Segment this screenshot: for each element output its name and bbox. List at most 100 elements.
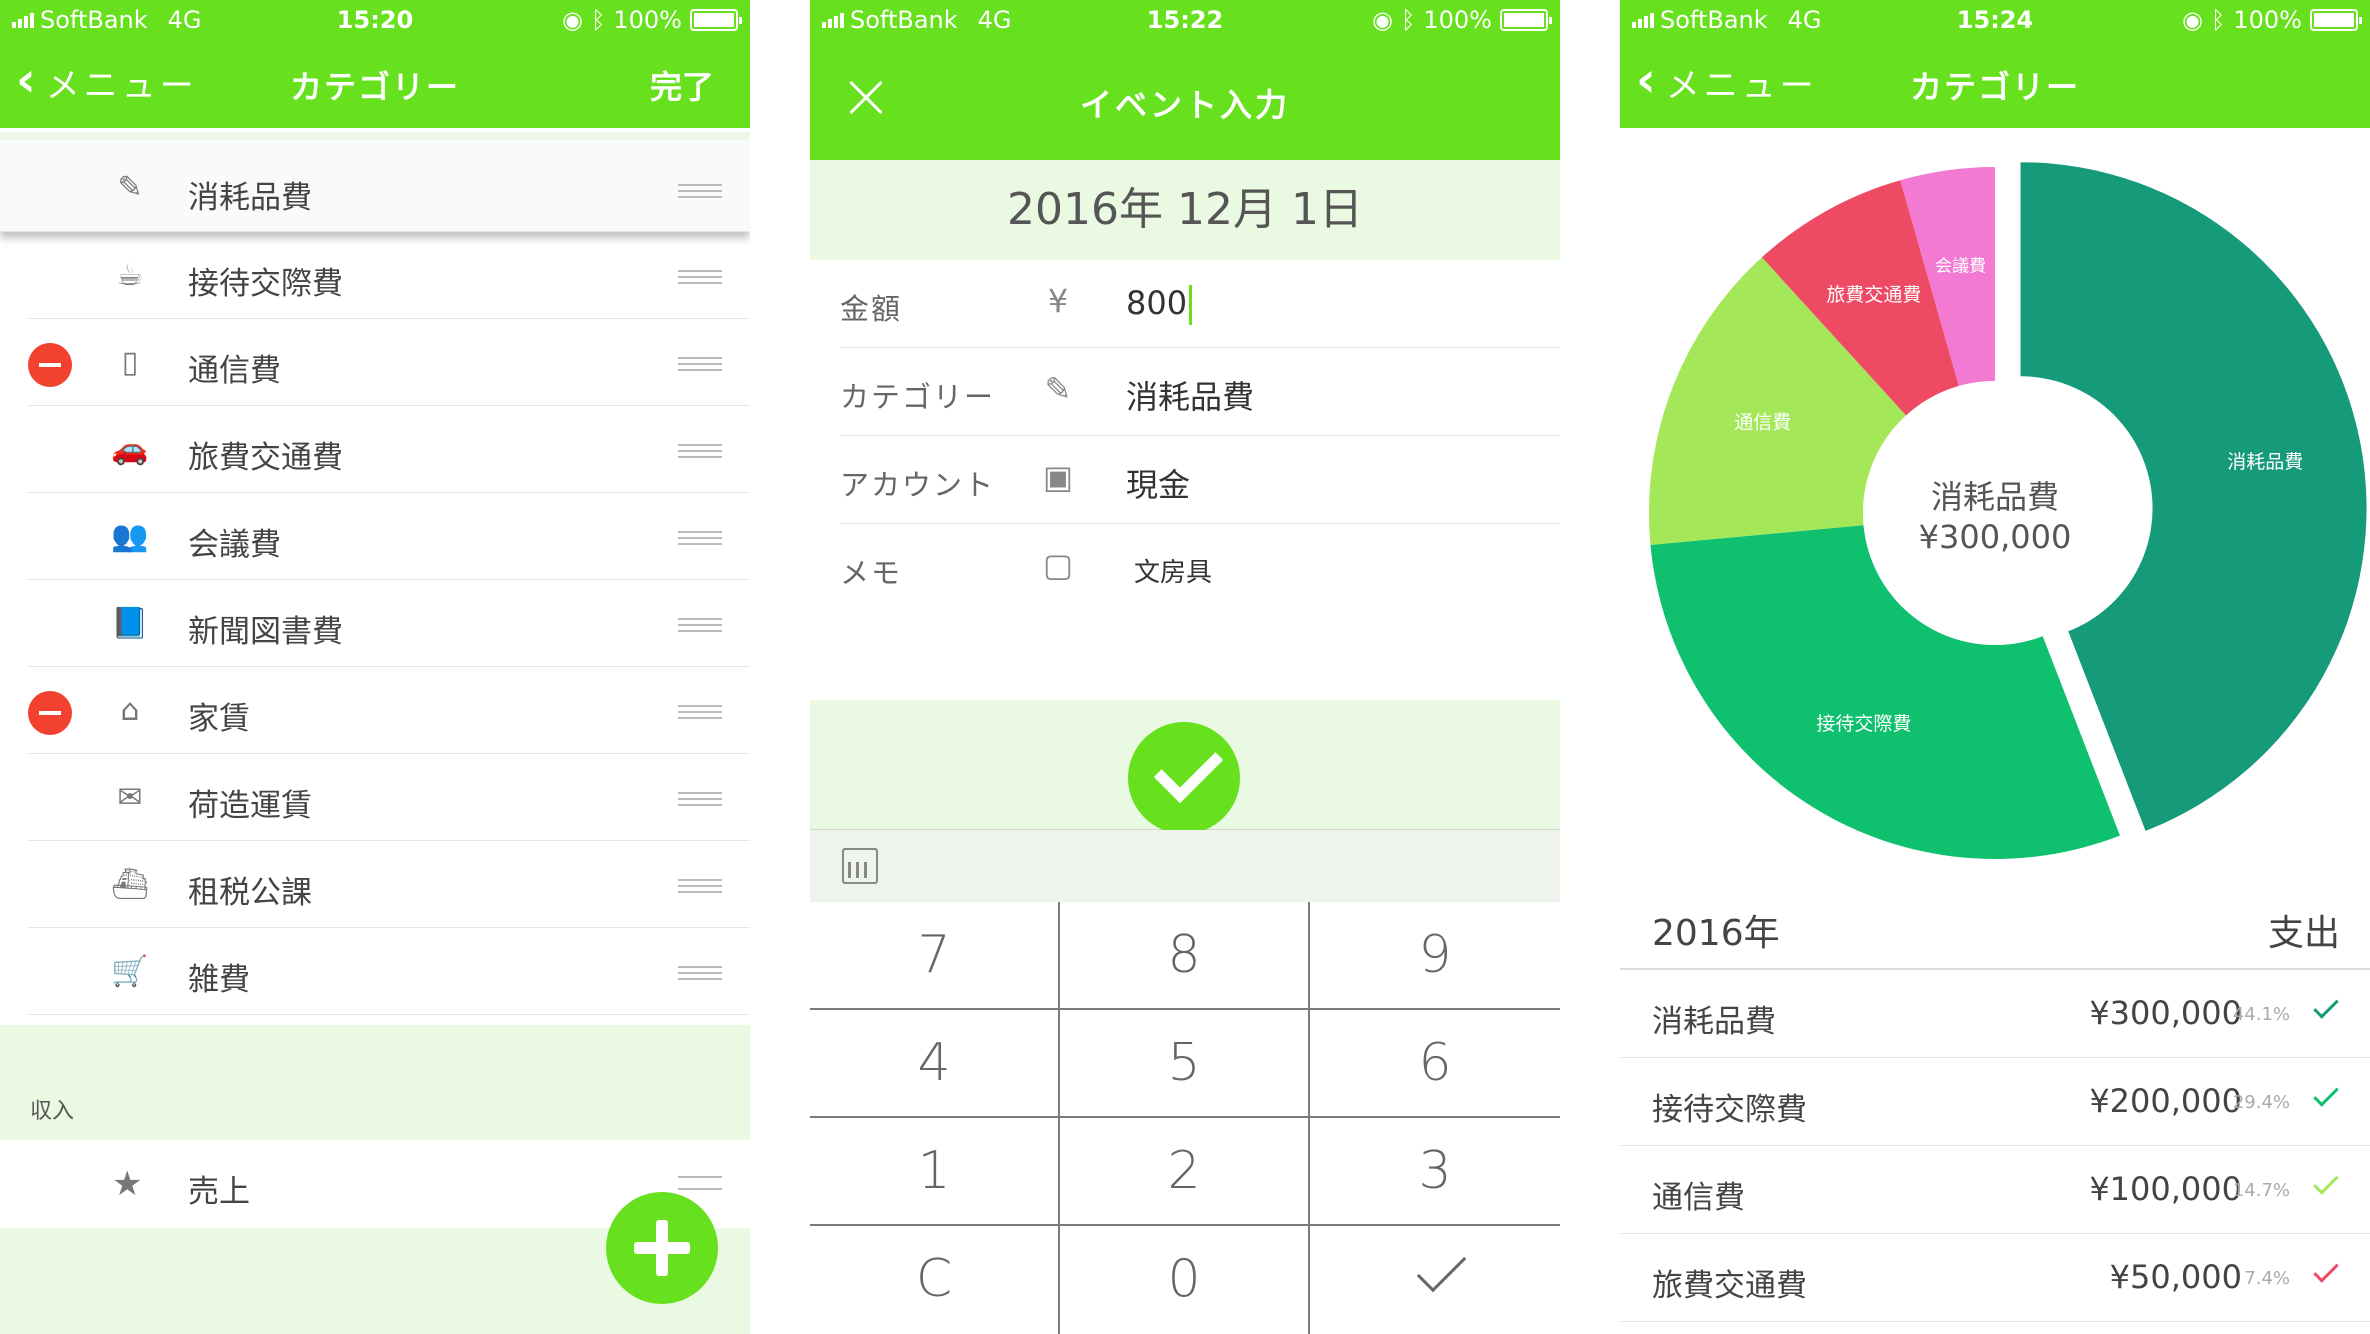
battery-icon bbox=[2310, 9, 2362, 31]
status-bar: SoftBank 4G 15:20 ◉ ᛒ 100% bbox=[0, 0, 750, 40]
confirm-button[interactable] bbox=[1128, 722, 1240, 834]
field-label: 金額 bbox=[840, 292, 903, 326]
date-display[interactable]: 2016年 12月 1日 bbox=[810, 160, 1560, 260]
form-row[interactable]: メモ ▢ 文房具 bbox=[840, 524, 1560, 612]
table-row[interactable]: 旅費交通費 ¥50,000 7.4% bbox=[1620, 1234, 2370, 1322]
event-input-screen: SoftBank 4G 15:22 ◉ ᛒ 100% イベント入力 2016年 1… bbox=[810, 0, 1560, 1334]
check-icon[interactable] bbox=[2313, 993, 2339, 1019]
form-row[interactable]: カテゴリー ✎ 消耗品費 bbox=[840, 348, 1560, 436]
form-row[interactable]: アカウント ▣ 現金 bbox=[840, 436, 1560, 524]
nav-bar: ‹ メニュー カテゴリー bbox=[1620, 40, 2370, 128]
list-item[interactable]: 📘 新聞図書費 bbox=[28, 580, 750, 667]
list-item[interactable]: ✎ 消耗品費 bbox=[0, 132, 750, 232]
slice-label: 接待交際費 bbox=[1816, 713, 1911, 735]
field-value[interactable]: 消耗品費 bbox=[1126, 372, 1254, 418]
book-icon: 📘 bbox=[111, 606, 149, 641]
reorder-handle[interactable] bbox=[678, 184, 722, 198]
lock-rotation-icon: ◉ bbox=[1372, 6, 1393, 34]
category-label: 接待交際費 bbox=[188, 266, 343, 302]
check-icon[interactable] bbox=[2313, 1169, 2339, 1195]
pencil-icon: ✎ bbox=[117, 170, 143, 205]
category-label: 売上 bbox=[188, 1174, 250, 1210]
reorder-handle[interactable] bbox=[678, 444, 722, 458]
field-value[interactable]: 文房具 bbox=[1134, 552, 1212, 589]
group-icon: 👥 bbox=[111, 519, 149, 554]
pencil-icon: ✎ bbox=[1044, 370, 1072, 408]
summary-list: 2016年 支出 消耗品費 ¥300,000 44.1% 接待交際費 ¥200,000 2… bbox=[1620, 888, 2370, 1322]
amount: ¥50,000 bbox=[2109, 1258, 2242, 1296]
key[interactable]: 9 bbox=[1310, 902, 1560, 1010]
slice-label: 消耗品費 bbox=[2227, 451, 2303, 473]
list-item[interactable]: ☕ 接待交際費 bbox=[28, 232, 750, 319]
key[interactable]: 3 bbox=[1310, 1118, 1560, 1226]
field-value[interactable]: 800 bbox=[1126, 284, 1193, 325]
donut-chart[interactable]: 消耗品費接待交際費通信費旅費交通費会議費消耗品費¥300,000 bbox=[1620, 128, 2370, 888]
slice-label: 旅費交通費 bbox=[1826, 284, 1921, 306]
table-row[interactable]: 消耗品費 ¥300,000 44.1% bbox=[1620, 970, 2370, 1058]
page-title: カテゴリー bbox=[1909, 68, 2080, 106]
list-item[interactable]: 🚗 旅費交通費 bbox=[28, 406, 750, 493]
reorder-handle[interactable] bbox=[678, 705, 722, 719]
amount: ¥300,000 bbox=[2089, 994, 2242, 1032]
nav-bar: ‹ メニュー カテゴリー 完了 bbox=[0, 40, 750, 128]
list-item[interactable]: ⌂ 家賃 bbox=[28, 667, 750, 754]
key[interactable]: 5 bbox=[1060, 1010, 1310, 1118]
key[interactable]: C bbox=[810, 1226, 1060, 1334]
category-label: 雑費 bbox=[188, 962, 250, 998]
percentage: 14.7% bbox=[2232, 1180, 2290, 1201]
car-icon: 🚗 bbox=[111, 432, 149, 467]
reorder-handle[interactable] bbox=[678, 618, 722, 632]
form-row[interactable]: 金額 ¥800 bbox=[840, 260, 1560, 348]
category-report-screen: SoftBank 4G 15:24 ◉ ᛒ 100% ‹ メニュー カテゴリー 消耗… bbox=[1620, 0, 2370, 1334]
add-category-button[interactable] bbox=[606, 1192, 718, 1304]
category-name: 消耗品費 bbox=[1652, 1004, 1776, 1040]
category-label: 租税公課 bbox=[188, 875, 312, 911]
reorder-handle[interactable] bbox=[678, 531, 722, 545]
enter-key[interactable] bbox=[1310, 1226, 1560, 1334]
list-item[interactable]: ✉ 荷造運賃 bbox=[28, 754, 750, 841]
delete-icon[interactable] bbox=[28, 691, 72, 735]
category-label: 会議費 bbox=[188, 527, 281, 563]
list-item[interactable]: 🛒 雑費 bbox=[28, 928, 750, 1015]
field-value[interactable]: 現金 bbox=[1126, 460, 1190, 506]
reorder-handle[interactable] bbox=[678, 966, 722, 980]
table-row[interactable]: 接待交際費 ¥200,000 29.4% bbox=[1620, 1058, 2370, 1146]
calculator-icon[interactable] bbox=[842, 848, 878, 884]
field-value-text: 消耗品費 bbox=[1126, 378, 1255, 416]
check-icon[interactable] bbox=[2313, 1257, 2339, 1283]
type-label[interactable]: 支出 bbox=[2268, 904, 2340, 956]
key[interactable]: 8 bbox=[1060, 902, 1310, 1010]
yen-icon: ¥ bbox=[1047, 282, 1069, 320]
key[interactable]: 4 bbox=[810, 1010, 1060, 1118]
key[interactable]: 1 bbox=[810, 1118, 1060, 1226]
note-icon: ▢ bbox=[1042, 546, 1074, 584]
delete-icon[interactable] bbox=[28, 343, 72, 387]
page-title: イベント入力 bbox=[1079, 86, 1290, 124]
key[interactable]: 2 bbox=[1060, 1118, 1310, 1226]
done-button[interactable]: 完了 bbox=[650, 62, 714, 108]
home-icon: ⌂ bbox=[120, 693, 140, 728]
battery-icon bbox=[690, 9, 742, 31]
reorder-handle[interactable] bbox=[678, 879, 722, 893]
list-item[interactable]: 👥 会議費 bbox=[28, 493, 750, 580]
tea-cup-icon: ☕ bbox=[116, 258, 144, 293]
reorder-handle[interactable] bbox=[678, 270, 722, 284]
year-label[interactable]: 2016年 bbox=[1652, 904, 1780, 956]
reorder-handle[interactable] bbox=[678, 1176, 722, 1190]
reorder-handle[interactable] bbox=[678, 792, 722, 806]
list-item[interactable]: ⛴ 租税公課 bbox=[28, 841, 750, 928]
category-label: 家賃 bbox=[188, 701, 250, 737]
reorder-handle[interactable] bbox=[678, 357, 722, 371]
table-row[interactable]: 通信費 ¥100,000 14.7% bbox=[1620, 1146, 2370, 1234]
list-item[interactable]: ▯ 通信費 bbox=[28, 319, 750, 406]
cart-icon: 🛒 bbox=[111, 954, 149, 989]
field-value-text: 文房具 bbox=[1134, 558, 1213, 588]
page-title: カテゴリー bbox=[289, 68, 460, 106]
check-icon[interactable] bbox=[2313, 1081, 2339, 1107]
category-name: 旅費交通費 bbox=[1652, 1268, 1807, 1304]
key[interactable]: 7 bbox=[810, 902, 1060, 1010]
key[interactable]: 6 bbox=[1310, 1010, 1560, 1118]
donut-chart-area: 消耗品費 接待交際費 通信費 旅費交通費 会議費 消耗品費 ¥300,000 bbox=[1620, 128, 2370, 888]
key[interactable]: 0 bbox=[1060, 1226, 1310, 1334]
battery-percent: 100% bbox=[2233, 6, 2302, 34]
